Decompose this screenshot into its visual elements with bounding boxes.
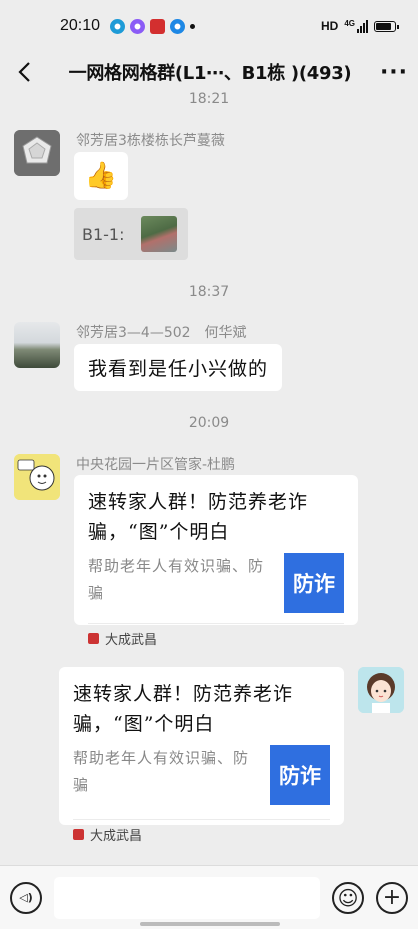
chat-icon: [130, 18, 146, 34]
battery-fill: [376, 22, 392, 30]
dodecahedron-avatar-icon: [14, 130, 60, 176]
card-body: 帮助老年人有效识骗、防骗 防诈: [73, 745, 330, 805]
timestamp: 18:37: [188, 284, 230, 300]
card-thumbnail: 防诈: [284, 553, 344, 613]
link-card[interactable]: 速转家人群！防范养老诈骗，“图”个明白 帮助老年人有效识骗、防骗 防诈 大成武昌: [59, 667, 344, 844]
quote-text: B1-1:: [82, 224, 125, 244]
chevron-left-icon: [18, 62, 30, 82]
source-logo-icon: [73, 829, 84, 840]
news-icon: [150, 18, 166, 34]
emoji-icon: ☺: [337, 885, 359, 910]
my-avatar[interactable]: [358, 667, 404, 713]
card-source: 大成武昌: [90, 829, 143, 844]
music-icon: [110, 18, 126, 34]
network-label: HD: [320, 19, 339, 33]
more-button[interactable]: ···: [370, 52, 418, 92]
avatar[interactable]: [14, 322, 60, 368]
sender-name: 中央花园一片区管家-杜鹏: [76, 457, 236, 473]
card-description: 帮助老年人有效识骗、防骗: [73, 749, 250, 794]
timestamp: 18:21: [188, 92, 230, 107]
card-title: 速转家人群！防范养老诈骗，“图”个明白: [73, 683, 294, 735]
quote-message[interactable]: B1-1:: [74, 208, 188, 260]
status-bar: 20:10 HD 4G: [0, 0, 418, 52]
card-thumbnail: 防诈: [270, 745, 330, 805]
voice-button[interactable]: ◁): [10, 881, 42, 914]
sender-name: 邻芳居3—4—502 何华斌: [76, 325, 247, 341]
signal-type-label: 4G: [344, 19, 355, 28]
input-bar: ◁) ☺ +: [0, 865, 418, 929]
message-list[interactable]: 18:21 邻芳居3栋楼栋长芦蔓薇 👍 B1-1: 18:37 邻芳居3—4—5…: [0, 92, 418, 865]
status-time: 20:10: [60, 17, 101, 34]
voice-icon: ◁): [19, 891, 33, 904]
card-source: 大成武昌: [105, 633, 158, 648]
status-app-icons: [110, 18, 196, 34]
emoji-message[interactable]: 👍: [74, 152, 128, 200]
cartoon-girl-avatar-icon: [358, 667, 404, 713]
card-body: 帮助老年人有效识骗、防骗 防诈: [88, 553, 344, 613]
timestamp: 20:09: [188, 415, 230, 431]
source-logo-icon: [88, 633, 99, 644]
home-indicator[interactable]: [140, 922, 280, 926]
browser-icon: [170, 18, 186, 34]
card-description: 帮助老年人有效识骗、防骗: [88, 557, 265, 602]
chat-title: 一网格网格群(L1⋯、B1栋 )(493): [68, 63, 352, 84]
back-button[interactable]: [2, 52, 46, 92]
text-message[interactable]: 我看到是任小兴做的: [74, 344, 283, 391]
more-actions-button[interactable]: +: [376, 881, 408, 914]
quote-image-thumb[interactable]: [140, 216, 177, 252]
chat-header: 一网格网格群(L1⋯、B1栋 )(493) ···: [0, 52, 418, 92]
signal-icon: 4G: [344, 19, 368, 33]
status-right: HD 4G: [320, 19, 399, 33]
link-card[interactable]: 速转家人群！防范养老诈骗，“图”个明白 帮助老年人有效识骗、防骗 防诈 大成武昌: [74, 475, 358, 648]
cartoon-avatar-icon: [14, 454, 60, 500]
dot-icon: [190, 23, 196, 29]
thumbs-up-icon: 👍: [84, 161, 118, 191]
card-footer: 大成武昌: [88, 623, 344, 653]
battery-icon: [374, 20, 399, 32]
card-footer: 大成武昌: [73, 819, 330, 849]
avatar[interactable]: [14, 130, 60, 176]
plus-icon: +: [382, 885, 402, 910]
avatar[interactable]: [14, 454, 60, 500]
ellipsis-icon: ···: [379, 59, 409, 85]
sender-name: 邻芳居3栋楼栋长芦蔓薇: [76, 133, 225, 149]
card-title: 速转家人群！防范养老诈骗，“图”个明白: [88, 491, 309, 543]
message-input[interactable]: [54, 876, 320, 919]
emoji-button[interactable]: ☺: [332, 881, 364, 914]
